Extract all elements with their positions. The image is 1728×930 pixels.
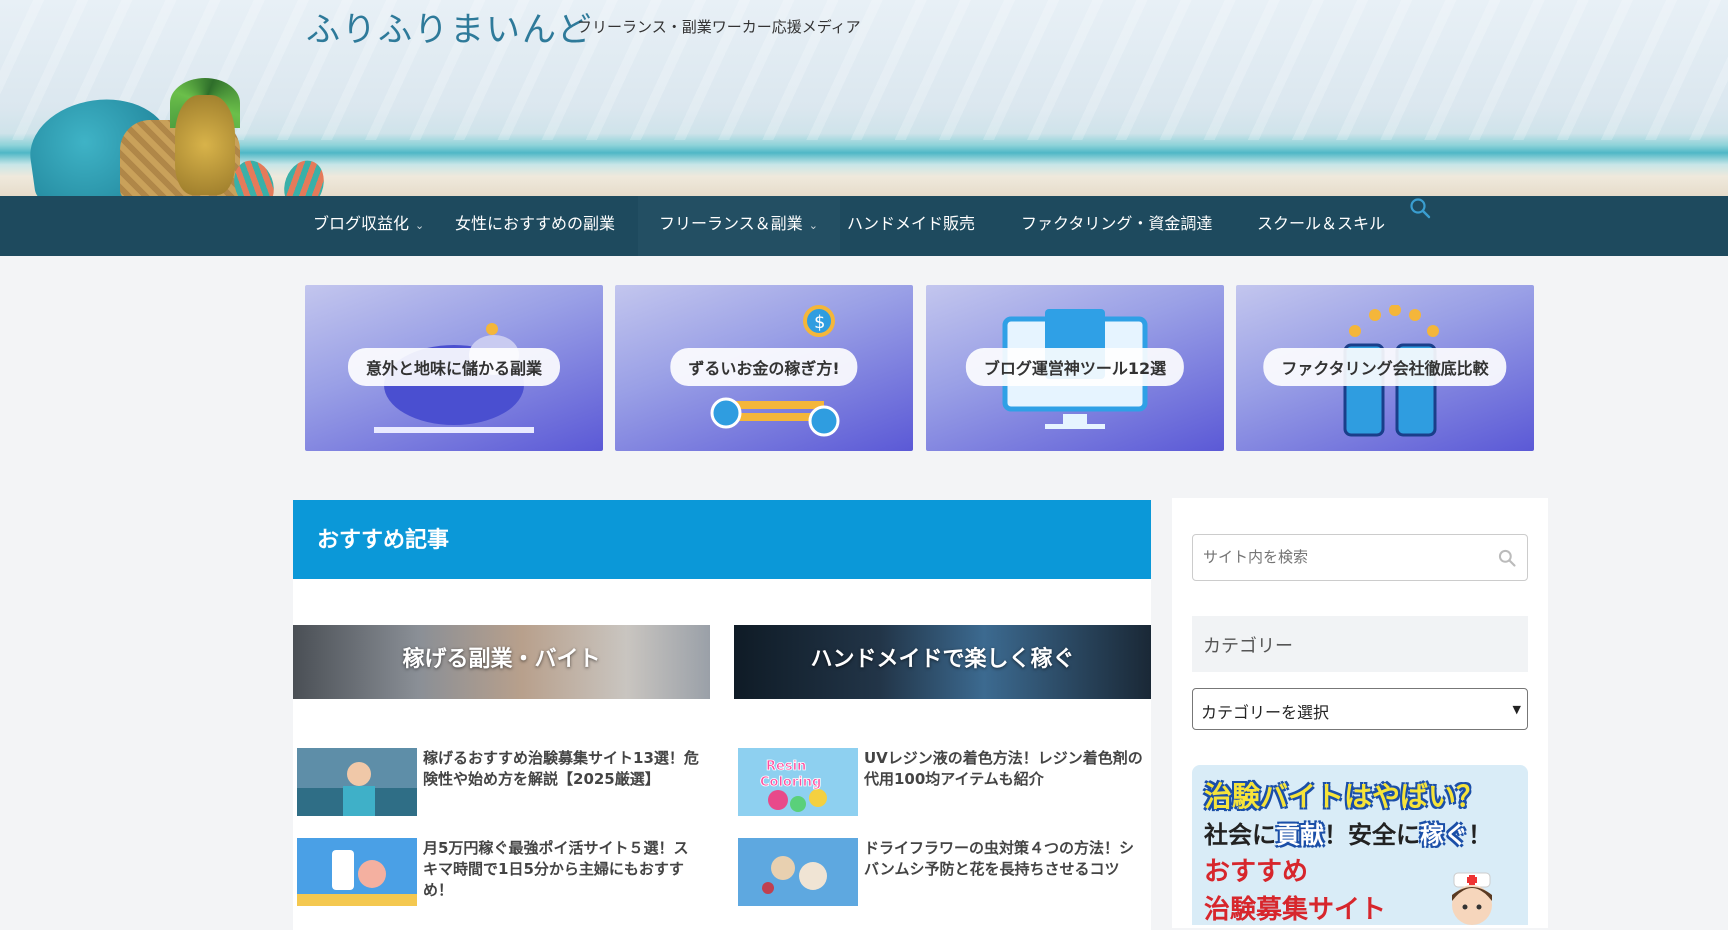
chevron-down-icon: ⌄ bbox=[415, 219, 425, 232]
article-card[interactable]: 月5万円稼ぐ最強ポイ活サイト５選！スキマ時間で1日5分から主婦にもおすすめ！ bbox=[293, 838, 703, 910]
site-search bbox=[1192, 534, 1528, 581]
header-clouds bbox=[0, 0, 1728, 140]
article-card[interactable]: 稼げるおすすめ治験募集サイト13選！危険性や始め方を解説【2025厳選】 bbox=[293, 748, 703, 820]
site-header: ふりふりまいんど フリーランス・副業ワーカー応援メディア bbox=[0, 0, 1728, 196]
svg-text:$: $ bbox=[814, 312, 825, 333]
chevron-down-icon: ⌄ bbox=[808, 219, 818, 232]
site-tagline: フリーランス・副業ワーカー応援メディア bbox=[577, 18, 861, 36]
banner-label: ブログ運営神ツール12選 bbox=[965, 348, 1185, 386]
article-title: 稼げるおすすめ治験募集サイト13選！危険性や始め方を解説【2025厳選】 bbox=[423, 749, 699, 788]
category-banner-handmade[interactable]: ハンドメイドで楽しく稼ぐ bbox=[734, 625, 1151, 699]
nav-item-label: スクール＆スキル bbox=[1257, 214, 1386, 233]
article-title: 月5万円稼ぐ最強ポイ活サイト５選！スキマ時間で1日5分から主婦にもおすすめ！ bbox=[423, 839, 689, 899]
banner-label: ファクタリング会社徹底比較 bbox=[1263, 348, 1507, 386]
article-thumbnail bbox=[297, 748, 417, 816]
category-banner-label: 稼げる副業・バイト bbox=[402, 647, 601, 672]
nurse-illustration bbox=[1452, 872, 1492, 925]
category-banner-sidejob[interactable]: 稼げる副業・バイト bbox=[293, 625, 710, 699]
nav-item-freelance[interactable]: フリーランス＆副業 ⌄ bbox=[638, 196, 840, 256]
thumb-text: Resin bbox=[766, 759, 806, 774]
banner-blog-tools[interactable]: ブログ運営神ツール12選 bbox=[926, 285, 1224, 451]
banner-money[interactable]: $ ずるいお金の稼ぎ方! bbox=[615, 285, 913, 451]
ad-headline: 治験バイトはやばい？ bbox=[1204, 780, 1485, 813]
nav-item-factoring[interactable]: ファクタリング・資金調達 bbox=[1021, 196, 1212, 256]
flipflop-image bbox=[277, 155, 331, 196]
thumb-text: Coloring bbox=[760, 775, 821, 790]
ad-subline: 社会に貢献！安全に稼ぐ！ bbox=[1204, 815, 1492, 850]
ad-text: 社会に bbox=[1204, 821, 1276, 849]
ad-text: ！安全に bbox=[1324, 821, 1420, 849]
category-banner-label: ハンドメイドで楽しく稼ぐ bbox=[810, 647, 1075, 672]
article-thumbnail bbox=[738, 838, 858, 906]
ad-text-recommend: おすすめ bbox=[1204, 857, 1309, 887]
nav-item-handmade[interactable]: ハンドメイド販売 bbox=[847, 196, 975, 256]
nav-item-school-skill[interactable]: スクール＆スキル bbox=[1257, 196, 1385, 256]
banner-sidejob[interactable]: 意外と地味に儲かる副業 bbox=[305, 285, 603, 451]
search-icon[interactable] bbox=[1497, 548, 1517, 568]
site-title[interactable]: ふりふりまいんど bbox=[306, 2, 593, 51]
article-thumbnail bbox=[297, 838, 417, 906]
nav-item-label: フリーランス＆副業 bbox=[659, 214, 803, 233]
nav-item-blog-monetize[interactable]: ブログ収益化 ⌄ bbox=[313, 196, 424, 256]
article-title: UVレジン液の着色方法！レジン着色剤の代用100均アイテムも紹介 bbox=[864, 749, 1143, 788]
category-select[interactable]: カテゴリーを選択 ▼ bbox=[1192, 688, 1528, 730]
search-input[interactable] bbox=[1193, 535, 1473, 579]
banner-label: 意外と地味に儲かる副業 bbox=[347, 348, 561, 386]
article-thumbnail: Resin Coloring bbox=[738, 748, 858, 816]
chevron-down-icon: ▼ bbox=[1512, 703, 1521, 716]
sidebar-ad-banner[interactable]: 治験バイトはやばい？ 社会に貢献！安全に稼ぐ！ おすすめ 治験募集サイト bbox=[1192, 765, 1528, 925]
article-card[interactable]: Resin Coloring UVレジン液の着色方法！レジン着色剤の代用100均… bbox=[734, 748, 1144, 820]
nav-item-women-sidejob[interactable]: 女性におすすめの副業 bbox=[455, 196, 615, 256]
search-icon[interactable] bbox=[1408, 196, 1432, 220]
article-title: ドライフラワーの虫対策４つの方法！シバンムシ予防と花を長持ちさせるコツ bbox=[864, 839, 1135, 878]
main-nav: ブログ収益化 ⌄ 女性におすすめの副業 フリーランス＆副業 ⌄ ハンドメイド販売 フ… bbox=[0, 196, 1728, 256]
banner-label: ずるいお金の稼ぎ方! bbox=[670, 348, 858, 386]
banner-factoring[interactable]: ファクタリング会社徹底比較 bbox=[1236, 285, 1534, 451]
nav-item-label: ハンドメイド販売 bbox=[847, 214, 976, 233]
ad-text: ！ bbox=[1468, 821, 1492, 849]
recommended-heading: おすすめ記事 bbox=[293, 500, 1151, 579]
nav-item-label: 女性におすすめの副業 bbox=[455, 214, 616, 233]
ad-highlight: 稼ぐ bbox=[1420, 821, 1468, 849]
category-select-value: カテゴリーを選択 bbox=[1201, 703, 1330, 722]
category-heading: カテゴリー bbox=[1192, 616, 1528, 672]
pineapple-image bbox=[175, 95, 235, 195]
nav-item-label: ブログ収益化 bbox=[313, 214, 410, 233]
ad-text-sites: 治験募集サイト bbox=[1204, 895, 1387, 925]
nav-item-label: ファクタリング・資金調達 bbox=[1021, 214, 1213, 233]
ad-highlight: 貢献 bbox=[1276, 821, 1324, 849]
article-card[interactable]: ドライフラワーの虫対策４つの方法！シバンムシ予防と花を長持ちさせるコツ bbox=[734, 838, 1144, 910]
